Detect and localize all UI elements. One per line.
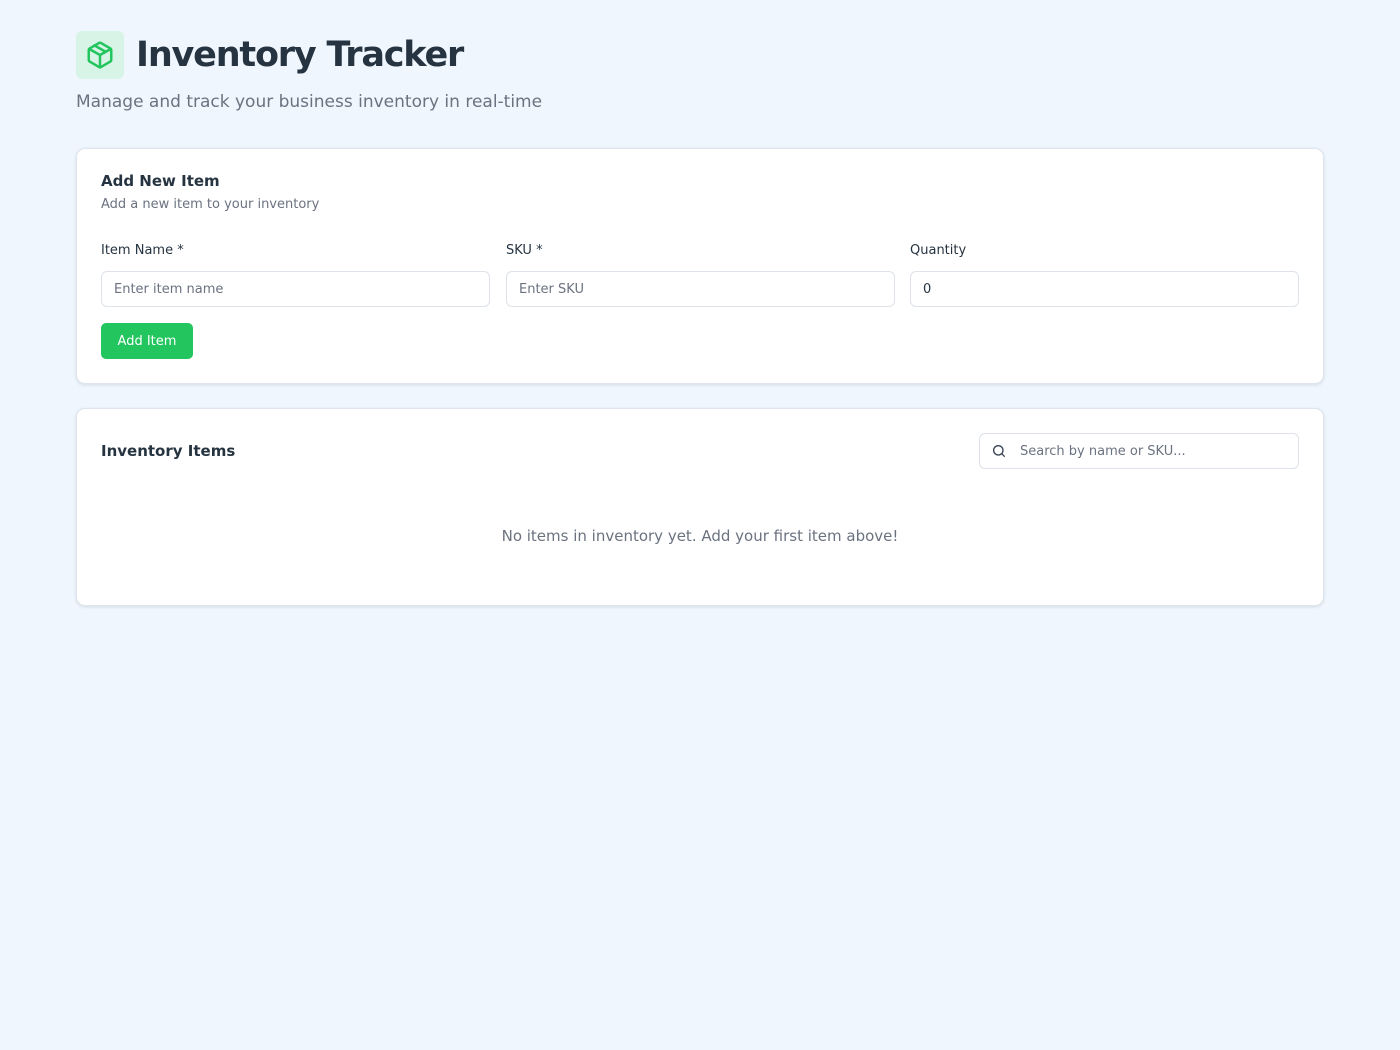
page-title: Inventory Tracker — [136, 35, 464, 75]
page: Inventory Tracker Manage and track your … — [76, 0, 1324, 606]
sku-input[interactable] — [506, 271, 895, 307]
search-box — [979, 433, 1299, 469]
item-name-input[interactable] — [101, 271, 490, 307]
empty-state-message: No items in inventory yet. Add your firs… — [501, 527, 899, 545]
inventory-title: Inventory Items — [101, 442, 236, 460]
add-item-title: Add New Item — [101, 172, 220, 190]
logo — [76, 31, 124, 79]
add-item-button[interactable]: Add Item — [101, 323, 193, 359]
quantity-label: Quantity — [910, 243, 967, 258]
inventory-card: Inventory Items No items in inventory ye… — [76, 408, 1324, 606]
add-item-description: Add a new item to your inventory — [101, 197, 320, 212]
page-subtitle: Manage and track your business inventory… — [76, 92, 543, 112]
search-input[interactable] — [979, 433, 1299, 469]
search-icon — [993, 445, 1005, 457]
item-name-label: Item Name * — [101, 243, 184, 258]
sku-label: SKU * — [506, 243, 543, 258]
page-header: Inventory Tracker Manage and track your … — [76, 0, 1324, 148]
add-item-card: Add New Item Add a new item to your inve… — [76, 148, 1324, 384]
package-icon — [87, 41, 113, 69]
quantity-input[interactable] — [910, 271, 1299, 307]
